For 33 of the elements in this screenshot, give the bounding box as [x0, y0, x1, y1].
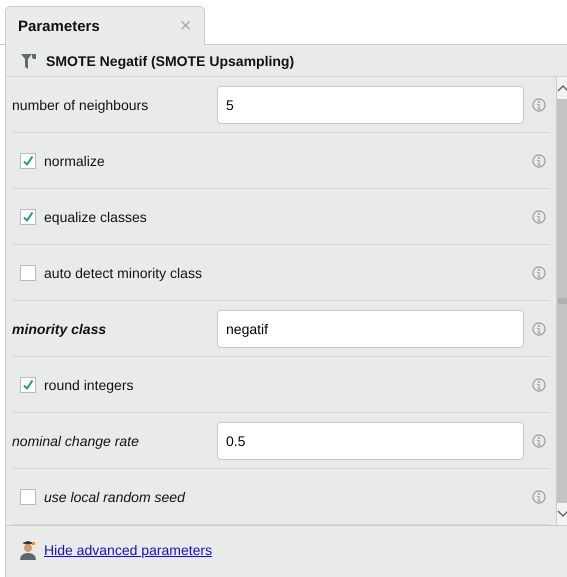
parameter-label: minority class	[12, 320, 108, 336]
person-icon	[18, 540, 38, 560]
checkbox[interactable]	[20, 152, 36, 168]
grip-icon[interactable]	[558, 298, 567, 304]
checkbox[interactable]	[20, 208, 36, 224]
checkbox[interactable]	[20, 488, 36, 504]
filter-icon	[20, 52, 38, 70]
checkbox-label[interactable]: round integers	[44, 376, 134, 392]
checkbox-label[interactable]: equalize classes	[44, 208, 147, 224]
info-icon[interactable]	[532, 210, 546, 224]
checkbox-label[interactable]: auto detect minority class	[44, 264, 202, 280]
checkbox-label[interactable]: use local random seed	[44, 488, 185, 504]
input-field[interactable]: 0.5	[217, 422, 524, 460]
scroll-up-icon[interactable]	[557, 84, 567, 92]
checkbox[interactable]	[20, 264, 36, 280]
info-icon[interactable]	[532, 98, 546, 112]
operator-title: SMOTE Negatif (SMOTE Upsampling)	[46, 52, 294, 68]
input-field[interactable]: negatif	[217, 310, 524, 348]
parameters-tab[interactable]: Parameters ×	[5, 6, 205, 45]
scroll-down-icon[interactable]	[557, 510, 567, 518]
input-field[interactable]: 5	[217, 86, 524, 124]
checkbox[interactable]	[20, 376, 36, 392]
info-icon[interactable]	[532, 490, 546, 504]
info-icon[interactable]	[532, 434, 546, 448]
checkbox-label[interactable]: normalize	[44, 152, 105, 168]
info-icon[interactable]	[532, 154, 546, 168]
parameter-label: number of neighbours	[12, 96, 150, 112]
scrollbar[interactable]	[556, 77, 567, 525]
info-icon[interactable]	[532, 266, 546, 280]
info-icon[interactable]	[532, 378, 546, 392]
parameter-label: nominal change rate	[12, 432, 140, 448]
info-icon[interactable]	[532, 322, 546, 336]
hide-advanced-link[interactable]: Hide advanced parameters	[44, 542, 212, 558]
